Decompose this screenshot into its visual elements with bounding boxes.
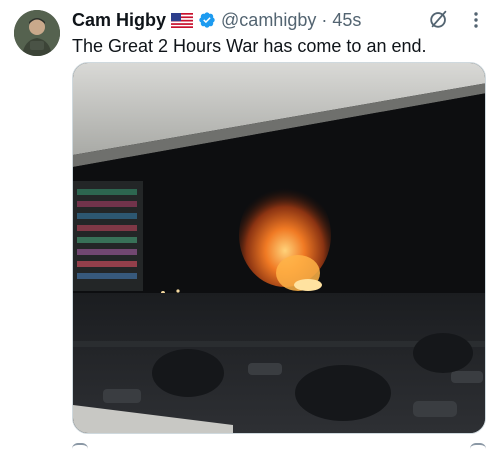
share-icon[interactable] <box>470 443 486 450</box>
more-vertical-icon[interactable] <box>468 10 484 30</box>
author-handle[interactable]: @camhigby <box>221 9 316 31</box>
reply-icon[interactable] <box>72 443 88 450</box>
verified-badge-icon <box>198 11 216 29</box>
avatar-image <box>14 10 60 56</box>
author-avatar[interactable] <box>14 10 60 56</box>
tweet-card[interactable]: Cam Higby @camhigby · 45s The Great 2 Ho… <box>0 0 500 450</box>
grok-icon[interactable] <box>428 8 450 30</box>
timestamp[interactable]: 45s <box>332 9 361 31</box>
tweet-media-video[interactable] <box>72 62 486 434</box>
author-display-name[interactable]: Cam Higby <box>72 9 166 31</box>
video-thumbnail <box>73 63 485 433</box>
tweet-header: Cam Higby @camhigby · 45s <box>72 9 361 31</box>
tweet-text: The Great 2 Hours War has come to an end… <box>72 36 427 56</box>
separator-dot: · <box>321 10 328 30</box>
us-flag-icon <box>171 12 194 28</box>
